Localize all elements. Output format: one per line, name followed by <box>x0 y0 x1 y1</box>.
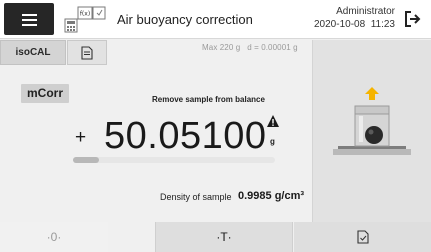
print-button[interactable] <box>294 222 431 252</box>
stability-progress-bar <box>73 157 275 163</box>
page-title: Air buoyancy correction <box>117 12 253 27</box>
user-info: Administrator 2020-10-08 11:23 <box>314 5 395 31</box>
user-name: Administrator <box>336 6 395 17</box>
weight-unit: g <box>270 137 275 146</box>
instruction-text: Remove sample from balance <box>152 95 265 104</box>
mcorr-button[interactable]: mCorr <box>21 84 69 103</box>
weight-sign: + <box>75 127 87 148</box>
progress-fill <box>73 157 100 163</box>
bottom-toolbar: ·0· ·T· <box>0 222 431 252</box>
document-button[interactable] <box>67 40 107 65</box>
isocal-button[interactable]: isoCAL <box>0 40 66 65</box>
density-value: 0.9985 g/cm³ <box>238 190 305 202</box>
warning-icon <box>266 114 280 128</box>
header-bar: f(x) Air buoyancy correction Administrat… <box>0 0 431 39</box>
print-document-icon <box>356 230 369 244</box>
hamburger-icon <box>22 14 37 16</box>
date-time: 2020-10-08 11:23 <box>314 19 395 30</box>
weight-display: 50.05100 <box>104 115 267 157</box>
arrow-up-icon <box>365 87 379 100</box>
tare-button[interactable]: ·T· <box>155 222 293 252</box>
menu-button[interactable] <box>4 3 54 35</box>
logout-icon[interactable] <box>403 9 423 29</box>
calculator-app-icon: f(x) <box>62 5 108 34</box>
document-icon <box>81 46 93 60</box>
density-label: Density of sample <box>160 192 232 202</box>
balance-illustration <box>333 87 411 155</box>
weighing-limits: Max 220 g d = 0.00001 g <box>202 43 298 52</box>
illustration-panel <box>312 40 431 222</box>
zero-button[interactable]: ·0· <box>0 222 108 252</box>
svg-text:f(x): f(x) <box>80 11 90 18</box>
